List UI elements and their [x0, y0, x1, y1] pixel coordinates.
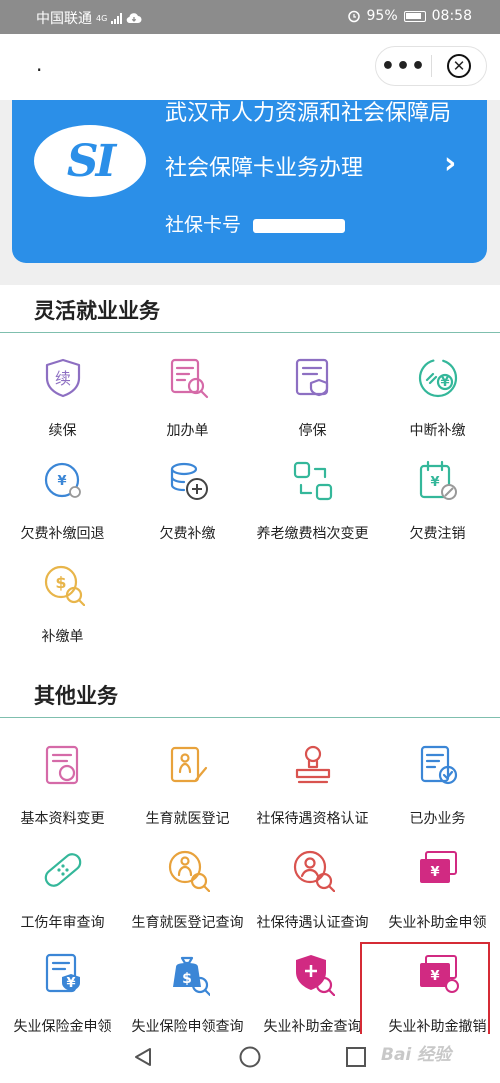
- grid-item-label: 生育就医登记查询: [131, 915, 244, 931]
- grid-item[interactable]: 生育就医登记查询: [125, 848, 250, 948]
- grid-item[interactable]: 基本资料变更: [0, 744, 125, 844]
- more-button[interactable]: •••: [376, 46, 431, 86]
- card-title: 社会保障卡业务办理: [165, 156, 364, 181]
- renew-shield-icon: 续: [45, 358, 81, 398]
- grid-item[interactable]: 生育就医登记: [125, 744, 250, 844]
- grid-item[interactable]: 续续保: [0, 356, 125, 456]
- highlight-box: [360, 942, 490, 1036]
- chevron-right-icon: ›: [444, 146, 457, 181]
- card-org-name: 武汉市人力资源和社会保障局: [165, 101, 452, 126]
- back-triangle-icon[interactable]: [132, 1046, 154, 1068]
- signal-icon: [111, 12, 123, 24]
- maternity-register-icon: [170, 746, 208, 783]
- grid-item[interactable]: 停保: [250, 356, 375, 456]
- si-logo: SI: [34, 125, 146, 197]
- network-type: 4G: [96, 13, 108, 23]
- grid-item-label: 基本资料变更: [20, 811, 105, 827]
- grid-item[interactable]: ¥ 欠费补缴回退: [0, 459, 125, 559]
- card-number-row: 社保卡号: [165, 210, 346, 237]
- grid-item-label: 已办业务: [409, 811, 466, 827]
- yuan-cards-icon: ¥: [420, 851, 457, 883]
- section-title: 灵活就业业务: [34, 299, 160, 323]
- page-title: .: [36, 52, 43, 76]
- bandage-icon: [44, 853, 82, 887]
- grid-item-label: 失业补助金申领: [388, 915, 487, 931]
- mini-program-capsule: ••• ✕: [375, 46, 487, 86]
- svg-text:¥: ¥: [430, 475, 439, 490]
- calendar-yuan-cancel-icon: ¥: [419, 460, 457, 500]
- coins-plus-icon: [170, 462, 208, 500]
- grid-item-label: 欠费注销: [409, 526, 466, 542]
- grid-item-label: 欠费补缴: [159, 526, 216, 542]
- grid-item[interactable]: ¥ 欠费注销: [375, 459, 500, 559]
- svg-text:¥: ¥: [66, 976, 75, 991]
- grid-item-label: 社保待遇认证查询: [256, 915, 369, 931]
- grid-item-label: 补缴单: [41, 629, 84, 645]
- status-bar: 中国联通 4G 95% 08:58: [0, 0, 500, 34]
- card-number-label: 社保卡号: [165, 214, 248, 236]
- stamp-icon: [295, 745, 331, 784]
- grid-item[interactable]: $ 补缴单: [0, 562, 125, 662]
- add-form-search-icon: [170, 358, 209, 399]
- svg-text:¥: ¥: [430, 865, 439, 880]
- grid-item[interactable]: ¥ 失业补助金申领: [375, 848, 500, 948]
- insurance-yuan-doc-icon: ¥: [45, 953, 80, 993]
- grid-item-label: 停保: [298, 423, 327, 439]
- grid-item[interactable]: 已办业务: [375, 744, 500, 844]
- grid-item-label: 社保待遇资格认证: [256, 811, 369, 827]
- grid-item-label: 失业保险金申领: [13, 1019, 112, 1035]
- maternity-search-icon: [168, 850, 210, 892]
- grid-item[interactable]: 欠费补缴: [125, 459, 250, 559]
- done-list-icon: [420, 745, 458, 785]
- clock: 08:58: [431, 8, 472, 24]
- alarm-icon: [347, 10, 360, 23]
- section-other-business: 其他业务: [0, 670, 500, 718]
- stop-insurance-doc-icon: [295, 358, 329, 397]
- grid-item-label: 失业保险申领查询: [131, 1019, 244, 1035]
- grid-item-label: 中断补缴: [409, 423, 466, 439]
- battery-percent: 95%: [366, 8, 398, 24]
- yuan-circle-back-icon: ¥: [44, 462, 81, 498]
- grid-item-label: 工伤年审查询: [20, 915, 105, 931]
- svg-text:$: $: [55, 573, 66, 592]
- grid-item[interactable]: ¥ 中断补缴: [375, 356, 500, 456]
- person-search-icon: [293, 850, 335, 892]
- grid-item[interactable]: 工伤年审查询: [0, 848, 125, 948]
- shield-plus-search-icon: [296, 955, 335, 996]
- home-circle-icon[interactable]: [239, 1046, 261, 1068]
- grid-item-label: 养老缴费档次变更: [256, 526, 369, 542]
- svg-text:¥: ¥: [440, 375, 449, 390]
- grid-item-label: 续保: [48, 423, 77, 439]
- watermark: Bai 经验: [381, 1045, 452, 1065]
- grid-item-label: 生育就医登记: [145, 811, 230, 827]
- svg-text:¥: ¥: [57, 474, 66, 489]
- recent-square-icon[interactable]: [345, 1046, 367, 1068]
- section-title: 其他业务: [34, 684, 118, 708]
- svg-text:续: 续: [55, 369, 71, 388]
- grid-item-label: 失业补助金查询: [263, 1019, 362, 1035]
- carrier-name: 中国联通: [36, 11, 92, 27]
- grid-item-label: 欠费补缴回退: [20, 526, 105, 542]
- grid-item-label: 加办单: [166, 423, 209, 439]
- close-button[interactable]: ✕: [432, 46, 486, 86]
- svg-text:$: $: [182, 971, 192, 987]
- social-security-card[interactable]: SI 武汉市人力资源和社会保障局 社会保障卡业务办理 › 社保卡号: [12, 100, 487, 263]
- grid-item[interactable]: 社保待遇认证查询: [250, 848, 375, 948]
- grid-item[interactable]: 社保待遇资格认证: [250, 744, 375, 844]
- section-flexible-employment: 灵活就业业务: [0, 285, 500, 333]
- grid-item[interactable]: 加办单: [125, 356, 250, 456]
- close-icon: ✕: [446, 54, 471, 78]
- mini-program-navbar: . ••• ✕: [0, 34, 500, 100]
- battery-icon: [403, 10, 426, 22]
- grid-item[interactable]: 养老缴费档次变更: [250, 459, 375, 559]
- coin-search-icon: $: [44, 565, 85, 606]
- card-number-masked: [253, 218, 346, 233]
- profile-change-icon: [45, 745, 79, 785]
- chain-yuan-icon: ¥: [418, 358, 458, 398]
- cloud-download-icon: [126, 13, 142, 24]
- bag-search-icon: $: [173, 956, 210, 996]
- swap-squares-icon: [293, 461, 333, 501]
